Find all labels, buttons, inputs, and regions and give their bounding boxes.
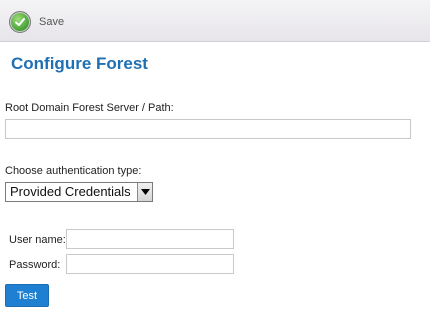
username-label: User name: xyxy=(9,234,66,246)
password-label: Password: xyxy=(9,259,61,271)
password-input[interactable] xyxy=(66,254,234,274)
auth-type-selected: Provided Credentials xyxy=(10,184,131,199)
root-domain-input[interactable] xyxy=(5,119,411,139)
test-button[interactable]: Test xyxy=(5,284,49,307)
root-domain-label: Root Domain Forest Server / Path: xyxy=(5,102,174,114)
save-label: Save xyxy=(39,16,65,28)
page-title: Configure Forest xyxy=(11,54,148,73)
checkmark-icon xyxy=(9,11,31,33)
username-input[interactable] xyxy=(66,229,234,249)
save-button[interactable]: Save xyxy=(9,10,64,34)
chevron-down-icon[interactable] xyxy=(137,183,152,201)
auth-type-label: Choose authentication type: xyxy=(5,165,142,177)
auth-type-select[interactable]: Provided Credentials xyxy=(5,182,153,202)
toolbar: Save xyxy=(0,0,430,42)
